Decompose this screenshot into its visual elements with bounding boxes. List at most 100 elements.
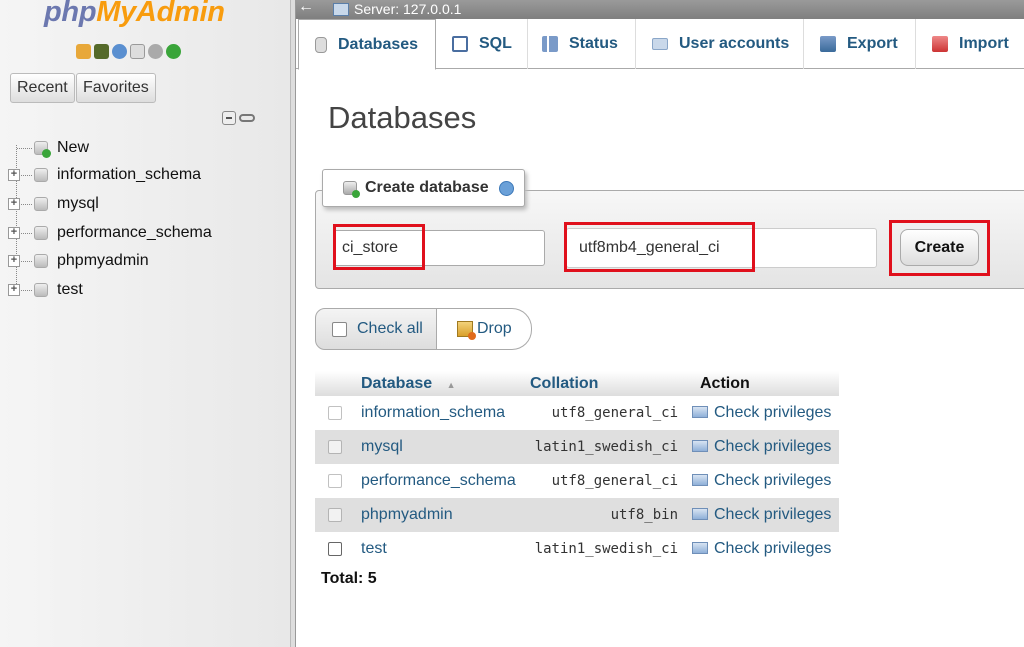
drop-icon — [457, 321, 476, 340]
collation-cell: utf8_general_ci — [520, 396, 690, 430]
check-privileges-link[interactable]: Check privileges — [690, 430, 839, 464]
table-row: mysql latin1_swedish_ci Check privileges — [315, 430, 839, 464]
tree-connector — [16, 145, 17, 290]
database-name-link[interactable]: information_schema — [355, 396, 520, 430]
row-checkbox[interactable] — [328, 406, 342, 420]
row-checkbox[interactable] — [328, 474, 342, 488]
users-icon — [652, 38, 668, 50]
check-privileges-label[interactable]: Check privileges — [714, 438, 831, 455]
row-checkbox[interactable] — [328, 508, 342, 522]
expand-icon[interactable]: + — [8, 284, 20, 296]
table-row: performance_schema utf8_general_ci Check… — [315, 464, 839, 498]
table-row: phpmyadmin utf8_bin Check privileges — [315, 498, 839, 532]
row-select-cell — [315, 532, 355, 566]
tab-databases[interactable]: Databases — [298, 19, 436, 70]
databases-table: Database ▲ Collation Action information_… — [315, 371, 839, 566]
tab-user-accounts[interactable]: User accounts — [636, 19, 804, 69]
check-privileges-link[interactable]: Check privileges — [690, 396, 839, 430]
reload-icon[interactable] — [166, 44, 181, 59]
recent-tab[interactable]: Recent — [10, 73, 75, 103]
database-header-label[interactable]: Database — [361, 375, 432, 392]
table-row: test latin1_swedish_ci Check privileges — [315, 532, 839, 566]
database-icon — [34, 226, 48, 240]
check-all-label: Check all — [357, 320, 423, 337]
collation-cell: utf8_bin — [520, 498, 690, 532]
phpmyadmin-logo[interactable]: phpMyAdmin — [44, 0, 225, 29]
help-icon[interactable] — [112, 44, 127, 59]
link-with-main-icon[interactable] — [239, 114, 255, 122]
database-icon — [315, 36, 327, 53]
expand-icon[interactable]: + — [8, 255, 20, 267]
panel-resize-handle[interactable] — [290, 0, 296, 647]
row-checkbox[interactable] — [328, 542, 342, 556]
import-icon — [932, 36, 948, 52]
highlight-box-collation — [564, 222, 755, 272]
check-all-checkbox[interactable] — [332, 321, 347, 337]
check-privileges-label[interactable]: Check privileges — [714, 472, 831, 489]
main-menu: Databases SQL Status User accounts Expor… — [296, 19, 1024, 70]
check-all-button[interactable]: Check all — [315, 308, 437, 350]
database-icon — [34, 197, 48, 211]
help-icon[interactable] — [498, 180, 514, 196]
export-icon — [820, 36, 836, 52]
check-privileges-label[interactable]: Check privileges — [714, 506, 831, 523]
tree-branch — [21, 290, 32, 291]
collapse-all-icon[interactable] — [222, 111, 236, 125]
tree-branch — [21, 261, 32, 262]
expand-icon[interactable]: + — [8, 198, 20, 210]
database-icon — [34, 168, 48, 182]
home-icon[interactable] — [76, 44, 91, 59]
docs-icon[interactable] — [130, 44, 145, 59]
drop-label: Drop — [477, 320, 512, 337]
check-privileges-link[interactable]: Check privileges — [690, 532, 839, 566]
tab-status[interactable]: Status — [528, 19, 636, 69]
drop-button[interactable]: Drop — [437, 308, 532, 350]
tab-label: User accounts — [679, 35, 790, 52]
row-checkbox[interactable] — [328, 440, 342, 454]
collation-cell: utf8_general_ci — [520, 464, 690, 498]
tab-label: Export — [847, 35, 898, 52]
table-header-row: Database ▲ Collation Action — [315, 371, 839, 396]
breadcrumb-server[interactable]: Server: 127.0.0.1 — [354, 1, 461, 17]
database-icon — [34, 254, 48, 268]
database-name-link[interactable]: performance_schema — [355, 464, 520, 498]
collapse-nav-arrow-icon[interactable]: ← — [298, 0, 314, 16]
status-icon — [542, 36, 558, 52]
privileges-icon — [692, 508, 708, 520]
privileges-icon — [692, 440, 708, 452]
check-privileges-link[interactable]: Check privileges — [690, 498, 839, 532]
logout-icon[interactable] — [94, 44, 109, 59]
check-privileges-label[interactable]: Check privileges — [714, 404, 831, 421]
check-privileges-link[interactable]: Check privileges — [690, 464, 839, 498]
tree-item-label[interactable]: information_schema — [57, 166, 201, 184]
tree-item-label[interactable]: performance_schema — [57, 224, 212, 242]
expand-icon[interactable]: + — [8, 227, 20, 239]
collation-cell: latin1_swedish_ci — [520, 430, 690, 464]
navigation-panel: phpMyAdmin Recent Favorites New + inform… — [0, 0, 290, 647]
favorites-tab[interactable]: Favorites — [76, 73, 156, 103]
expand-icon[interactable]: + — [8, 169, 20, 181]
tab-export[interactable]: Export — [804, 19, 916, 69]
database-name-link[interactable]: test — [355, 532, 520, 566]
tab-sql[interactable]: SQL — [436, 19, 528, 69]
row-select-cell — [315, 396, 355, 430]
checkbox-column-header — [315, 371, 355, 396]
sort-ascending-icon[interactable]: ▲ — [447, 380, 456, 390]
tab-label: SQL — [479, 35, 512, 52]
database-name-link[interactable]: mysql — [355, 430, 520, 464]
tree-item-label[interactable]: test — [57, 281, 83, 299]
tab-import[interactable]: Import — [916, 19, 1024, 69]
tree-item-label[interactable]: phpmyadmin — [57, 252, 149, 270]
database-column-header[interactable]: Database ▲ — [355, 371, 520, 396]
sql-icon — [452, 36, 468, 52]
privileges-icon — [692, 474, 708, 486]
row-select-cell — [315, 430, 355, 464]
collation-column-header[interactable]: Collation — [520, 371, 690, 396]
tab-label: Databases — [338, 35, 419, 53]
collation-cell: latin1_swedish_ci — [520, 532, 690, 566]
check-privileges-label[interactable]: Check privileges — [714, 540, 831, 557]
tree-item-label[interactable]: New — [57, 139, 89, 157]
settings-icon[interactable] — [148, 44, 163, 59]
tree-item-label[interactable]: mysql — [57, 195, 99, 213]
database-name-link[interactable]: phpmyadmin — [355, 498, 520, 532]
